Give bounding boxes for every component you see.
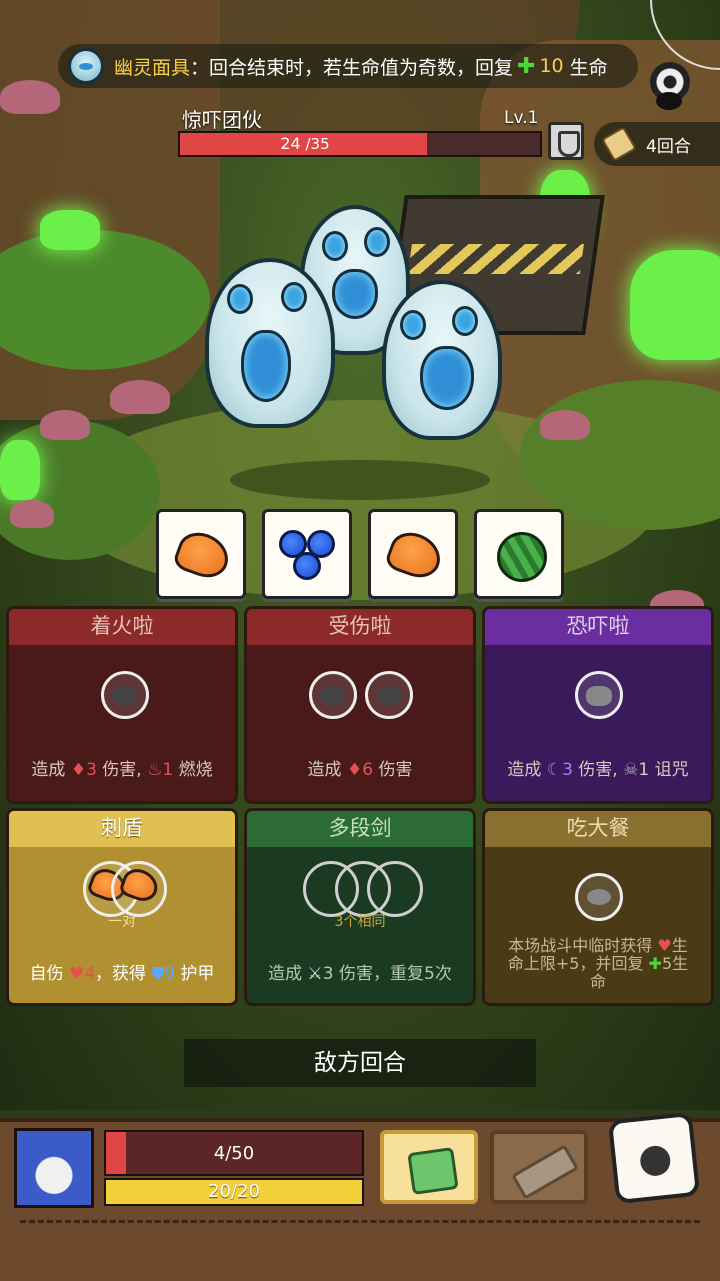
card-description: 自伤 ♥4，获得 ⛊9 护甲 — [29, 964, 215, 984]
die-slot[interactable] — [575, 671, 623, 719]
rolled-die[interactable] — [368, 509, 458, 599]
pumpkin-icon — [117, 864, 163, 906]
roll-dice-button[interactable] — [607, 1111, 701, 1205]
divider — [20, 1220, 700, 1223]
card-description: 造成 ♦6 伤害 — [307, 760, 413, 780]
turn-counter: 4回合 — [594, 122, 720, 166]
watermelon-icon — [497, 532, 547, 582]
glowing-slime — [40, 210, 100, 250]
mushroom — [10, 500, 54, 528]
turn-count: 4回合 — [646, 136, 691, 157]
heal-unit: 生命 — [569, 56, 608, 79]
die-slot[interactable] — [111, 861, 167, 917]
ghost-mask-icon — [68, 48, 104, 84]
card-title: 受伤啦 — [247, 609, 473, 645]
relic-slot-bandage[interactable] — [490, 1130, 588, 1204]
mushroom — [0, 80, 60, 114]
ground-shadow — [230, 460, 490, 500]
rolled-die[interactable] — [156, 509, 246, 599]
scroll-icon — [601, 126, 637, 162]
rolled-die[interactable] — [474, 509, 564, 599]
card-requirement: 3个相同 — [334, 914, 386, 930]
die-slot[interactable] — [575, 873, 623, 921]
skill-card-scare[interactable]: 恐吓啦 造成 ☾3 伤害, ☠1 诅咒 — [482, 606, 714, 804]
card-description: 造成 ♦3 伤害, ♨1 燃烧 — [31, 760, 213, 780]
card-description: 造成 ☾3 伤害, ☠1 诅咒 — [507, 760, 689, 780]
die-slot[interactable] — [365, 671, 413, 719]
enemy-hp-current: 24 — [280, 134, 301, 153]
mushroom — [40, 410, 90, 440]
pumpkin-icon — [383, 526, 447, 584]
card-description: 本场战斗中临时获得 ♥生 命上限+5，并回复 ✚5生 命 — [507, 936, 689, 991]
player-hp-text: 4/50 — [213, 1143, 255, 1164]
mushroom — [540, 410, 590, 440]
player-hp-bar: 4/50 — [104, 1130, 364, 1176]
card-title: 恐吓啦 — [485, 609, 711, 645]
glowing-slime — [630, 250, 720, 360]
ghost-enemy[interactable] — [382, 280, 502, 440]
enemy-level: Lv.1 — [504, 108, 539, 128]
end-turn-banner: 敌方回合 — [184, 1039, 536, 1087]
card-title: 着火啦 — [9, 609, 235, 645]
blueberry-icon — [293, 552, 321, 580]
relic-name: 幽灵面具 — [114, 56, 191, 79]
die-slot[interactable] — [309, 671, 357, 719]
enemy-hp-text: 24 /35 — [180, 133, 430, 155]
skill-card-thorn-shield[interactable]: 刺盾 一对 自伤 ♥4，获得 ⛊9 护甲 — [6, 808, 238, 1006]
card-title: 吃大餐 — [485, 811, 711, 847]
player-energy-bar: 20/20 — [104, 1178, 364, 1206]
card-requirement: 一对 — [108, 914, 136, 930]
skill-card-hurt[interactable]: 受伤啦 造成 ♦6 伤害 — [244, 606, 476, 804]
glowing-slime — [0, 440, 40, 500]
player-avatar[interactable] — [14, 1128, 94, 1208]
skill-card-fire[interactable]: 着火啦 造成 ♦3 伤害, ♨1 燃烧 — [6, 606, 238, 804]
enemy-hp-max: /35 — [305, 135, 330, 153]
relic-slot-cube[interactable] — [380, 1130, 478, 1204]
enemy-hp-bar: 24 /35 — [178, 131, 542, 157]
enemy-intent-icon[interactable] — [548, 122, 584, 160]
die-slot[interactable] — [101, 671, 149, 719]
die-slot[interactable] — [367, 861, 423, 917]
skill-card-multi-sword[interactable]: 多段剑 3个相同 造成 ⚔3 伤害，重复5次 — [244, 808, 476, 1006]
card-title: 刺盾 — [9, 811, 235, 847]
pumpkin-icon — [171, 526, 235, 584]
ghost-enemy[interactable] — [205, 258, 335, 428]
rolled-die[interactable] — [262, 509, 352, 599]
mushroom — [110, 380, 170, 414]
card-title: 多段剑 — [247, 811, 473, 847]
heal-amount: 10 — [539, 55, 564, 77]
spider-icon — [656, 92, 682, 110]
skill-card-feast[interactable]: 吃大餐 本场战斗中临时获得 ♥生 命上限+5，并回复 ✚5生 命 — [482, 808, 714, 1006]
relic-effect-banner: 幽灵面具 ：回合结束时，若生命值为奇数，回复 ✚ 10 生命 — [58, 44, 638, 88]
relic-effect-text: ：回合结束时，若生命值为奇数，回复 — [190, 56, 514, 79]
card-description: 造成 ⚔3 伤害，重复5次 — [268, 964, 452, 984]
enemy-name: 惊吓团伙 — [182, 108, 262, 132]
plus-icon: ✚ — [517, 53, 536, 79]
